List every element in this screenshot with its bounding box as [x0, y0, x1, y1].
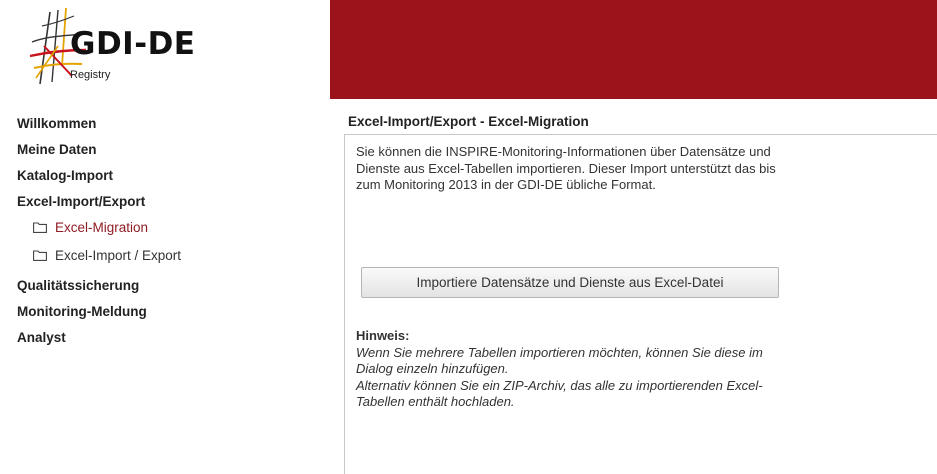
- page-title: Excel-Import/Export - Excel-Migration: [348, 114, 589, 129]
- sidebar-item-analyst[interactable]: Analyst: [17, 329, 317, 355]
- content-panel: Sie können die INSPIRE-Monitoring-Inform…: [344, 134, 937, 474]
- header-banner: [330, 0, 937, 99]
- logo-title: GDI-DE: [70, 26, 196, 62]
- hint-line: Wenn Sie mehrere Tabellen importieren mö…: [356, 344, 763, 377]
- sidebar-item-willkommen[interactable]: Willkommen: [17, 115, 317, 141]
- sidebar-item-meine-daten[interactable]: Meine Daten: [17, 141, 317, 167]
- hint-line: Alternativ können Sie ein ZIP-Archiv, da…: [356, 377, 763, 410]
- folder-icon: [33, 250, 47, 261]
- hint-box: Hinweis: Wenn Sie mehrere Tabellen impor…: [356, 328, 786, 411]
- sidebar-nav: Willkommen Meine Daten Katalog-Import Ex…: [17, 115, 317, 355]
- intro-text: Sie können die INSPIRE-Monitoring-Inform…: [356, 144, 776, 192]
- import-excel-button[interactable]: Importiere Datensätze und Dienste aus Ex…: [361, 267, 779, 298]
- folder-icon: [33, 222, 47, 233]
- sidebar-item-monitoring-meldung[interactable]: Monitoring-Meldung: [17, 303, 317, 329]
- sidebar-item-qualitaetssicherung[interactable]: Qualitätssicherung: [17, 277, 317, 303]
- hint-title: Hinweis:: [356, 328, 410, 343]
- sidebar-subitem-excel-migration[interactable]: Excel-Migration: [17, 219, 317, 247]
- logo-subtitle: Registry: [70, 69, 111, 81]
- sidebar-item-excel-import-export[interactable]: Excel-Import/Export: [17, 193, 317, 219]
- sidebar-subitem-label: Excel-Migration: [55, 220, 149, 235]
- sidebar-subitem-label: Excel-Import / Export: [55, 248, 182, 263]
- gdi-de-logo[interactable]: GDI-DE Registry: [28, 6, 208, 88]
- sidebar-item-katalog-import[interactable]: Katalog-Import: [17, 167, 317, 193]
- sidebar-subitem-excel-import-export[interactable]: Excel-Import / Export: [17, 247, 317, 275]
